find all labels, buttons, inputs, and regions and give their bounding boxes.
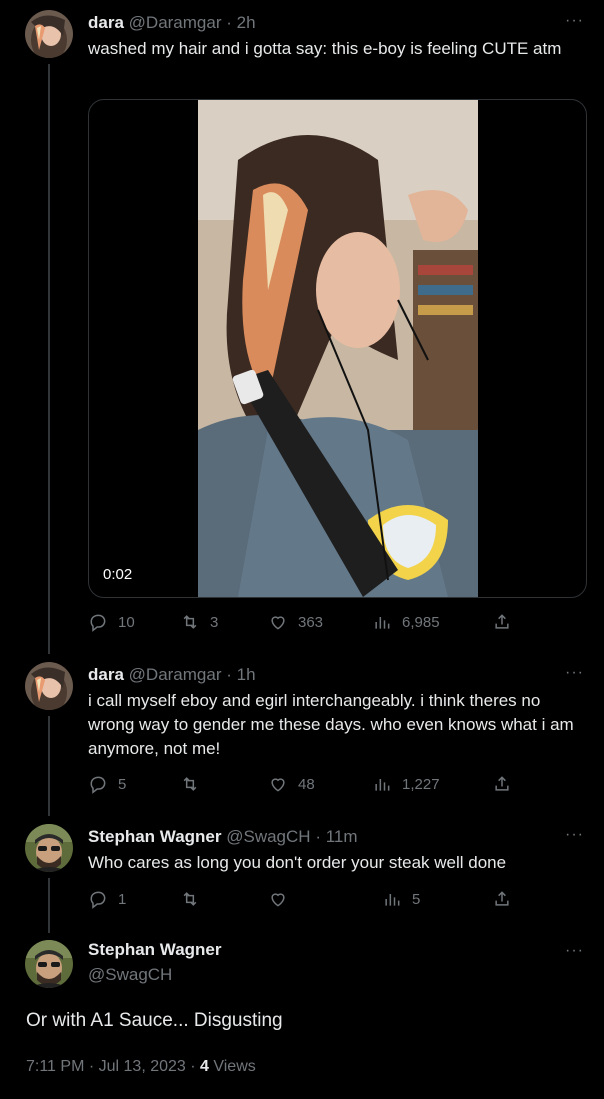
tweet-actions: 5 48 1,227 [88,774,528,798]
separator-dot: · [315,827,321,846]
tweet-text: Who cares as long you don't order your s… [88,853,507,872]
heart-icon [271,893,285,907]
share-button[interactable] [492,612,512,632]
reply-button[interactable]: 1 [88,889,126,909]
reply-icon [90,614,106,632]
share-button[interactable] [492,889,512,909]
more-options-icon[interactable]: ··· [565,664,584,682]
reply-count: 5 [118,775,127,793]
video-thumbnail[interactable] [198,100,478,597]
avatar[interactable] [25,824,73,872]
tweet-text: i call myself eboy and egirl interchange… [88,691,574,758]
views-button[interactable]: 1,227 [372,774,440,794]
tweet-meta: 7:11 PM · Jul 13, 2023 · 4 Views [26,1058,256,1076]
thread-line-1 [48,64,50,654]
avatar[interactable] [25,940,73,988]
views-icon [385,894,400,906]
thread-line-2 [48,716,50,816]
tweet-text: Or with A1 Sauce... Disgusting [26,1010,283,1031]
views-button[interactable]: 6,985 [372,612,440,632]
separator-dot: · [226,665,232,684]
views-button[interactable]: 5 [382,889,420,909]
views-count: 1,227 [402,775,440,793]
tweet-actions: 10 3 363 6,985 [88,612,528,636]
like-button[interactable]: 48 [268,774,315,794]
like-count: 363 [298,613,324,631]
tweet-text: washed my hair and i gotta say: this e-b… [88,39,562,58]
share-icon [495,776,509,791]
author-handle[interactable]: @Daramgar [129,665,222,684]
views-count: 5 [412,890,421,908]
more-options-icon[interactable]: ··· [565,942,584,960]
reply-icon [90,776,106,794]
like-button[interactable]: 363 [268,612,323,632]
author-name[interactable]: Stephan Wagner [88,940,222,960]
retweet-count: 3 [210,613,219,631]
like-count: 48 [298,775,315,793]
like-button[interactable] [268,889,288,909]
reply-button[interactable]: 5 [88,774,126,794]
share-icon [495,614,509,629]
retweet-icon [183,777,197,791]
retweet-icon [183,615,197,629]
author-handle[interactable]: @Daramgar [129,13,222,32]
reply-count: 10 [118,613,135,631]
share-button[interactable] [492,774,512,794]
reply-button[interactable]: 10 [88,612,135,632]
author-name[interactable]: dara [88,665,124,684]
retweet-button[interactable]: 3 [180,612,218,632]
tweet-time[interactable]: 2h [237,13,256,32]
heart-icon [271,778,285,792]
author-name[interactable]: dara [88,13,124,32]
tweet-time[interactable]: 11m [326,827,358,846]
reply-icon [90,891,106,909]
heart-icon [271,616,285,630]
reply-count: 1 [118,890,127,908]
views-count: 6,985 [402,613,440,631]
tweet-actions: 1 5 [88,889,528,913]
views-icon [375,779,390,791]
more-options-icon[interactable]: ··· [565,12,584,30]
separator-dot: · [226,13,232,32]
views-count: 4 [200,1058,209,1075]
tweet-timestamp[interactable]: 7:11 PM · Jul 13, 2023 · [26,1058,200,1075]
author-handle[interactable]: @SwagCH [226,827,310,846]
more-options-icon[interactable]: ··· [565,826,584,844]
tweet-time[interactable]: 1h [237,665,256,684]
avatar[interactable] [25,10,73,58]
avatar[interactable] [25,662,73,710]
retweet-button[interactable] [180,774,200,794]
thread-line-3 [48,878,50,933]
views-icon [375,617,390,629]
retweet-button[interactable] [180,889,200,909]
author-name[interactable]: Stephan Wagner [88,827,222,846]
video-player[interactable]: 0:02 [88,99,587,598]
video-duration: 0:02 [103,566,133,583]
author-handle[interactable]: @SwagCH [88,965,172,985]
retweet-icon [183,892,197,906]
share-icon [495,891,509,906]
views-label: Views [208,1058,256,1075]
